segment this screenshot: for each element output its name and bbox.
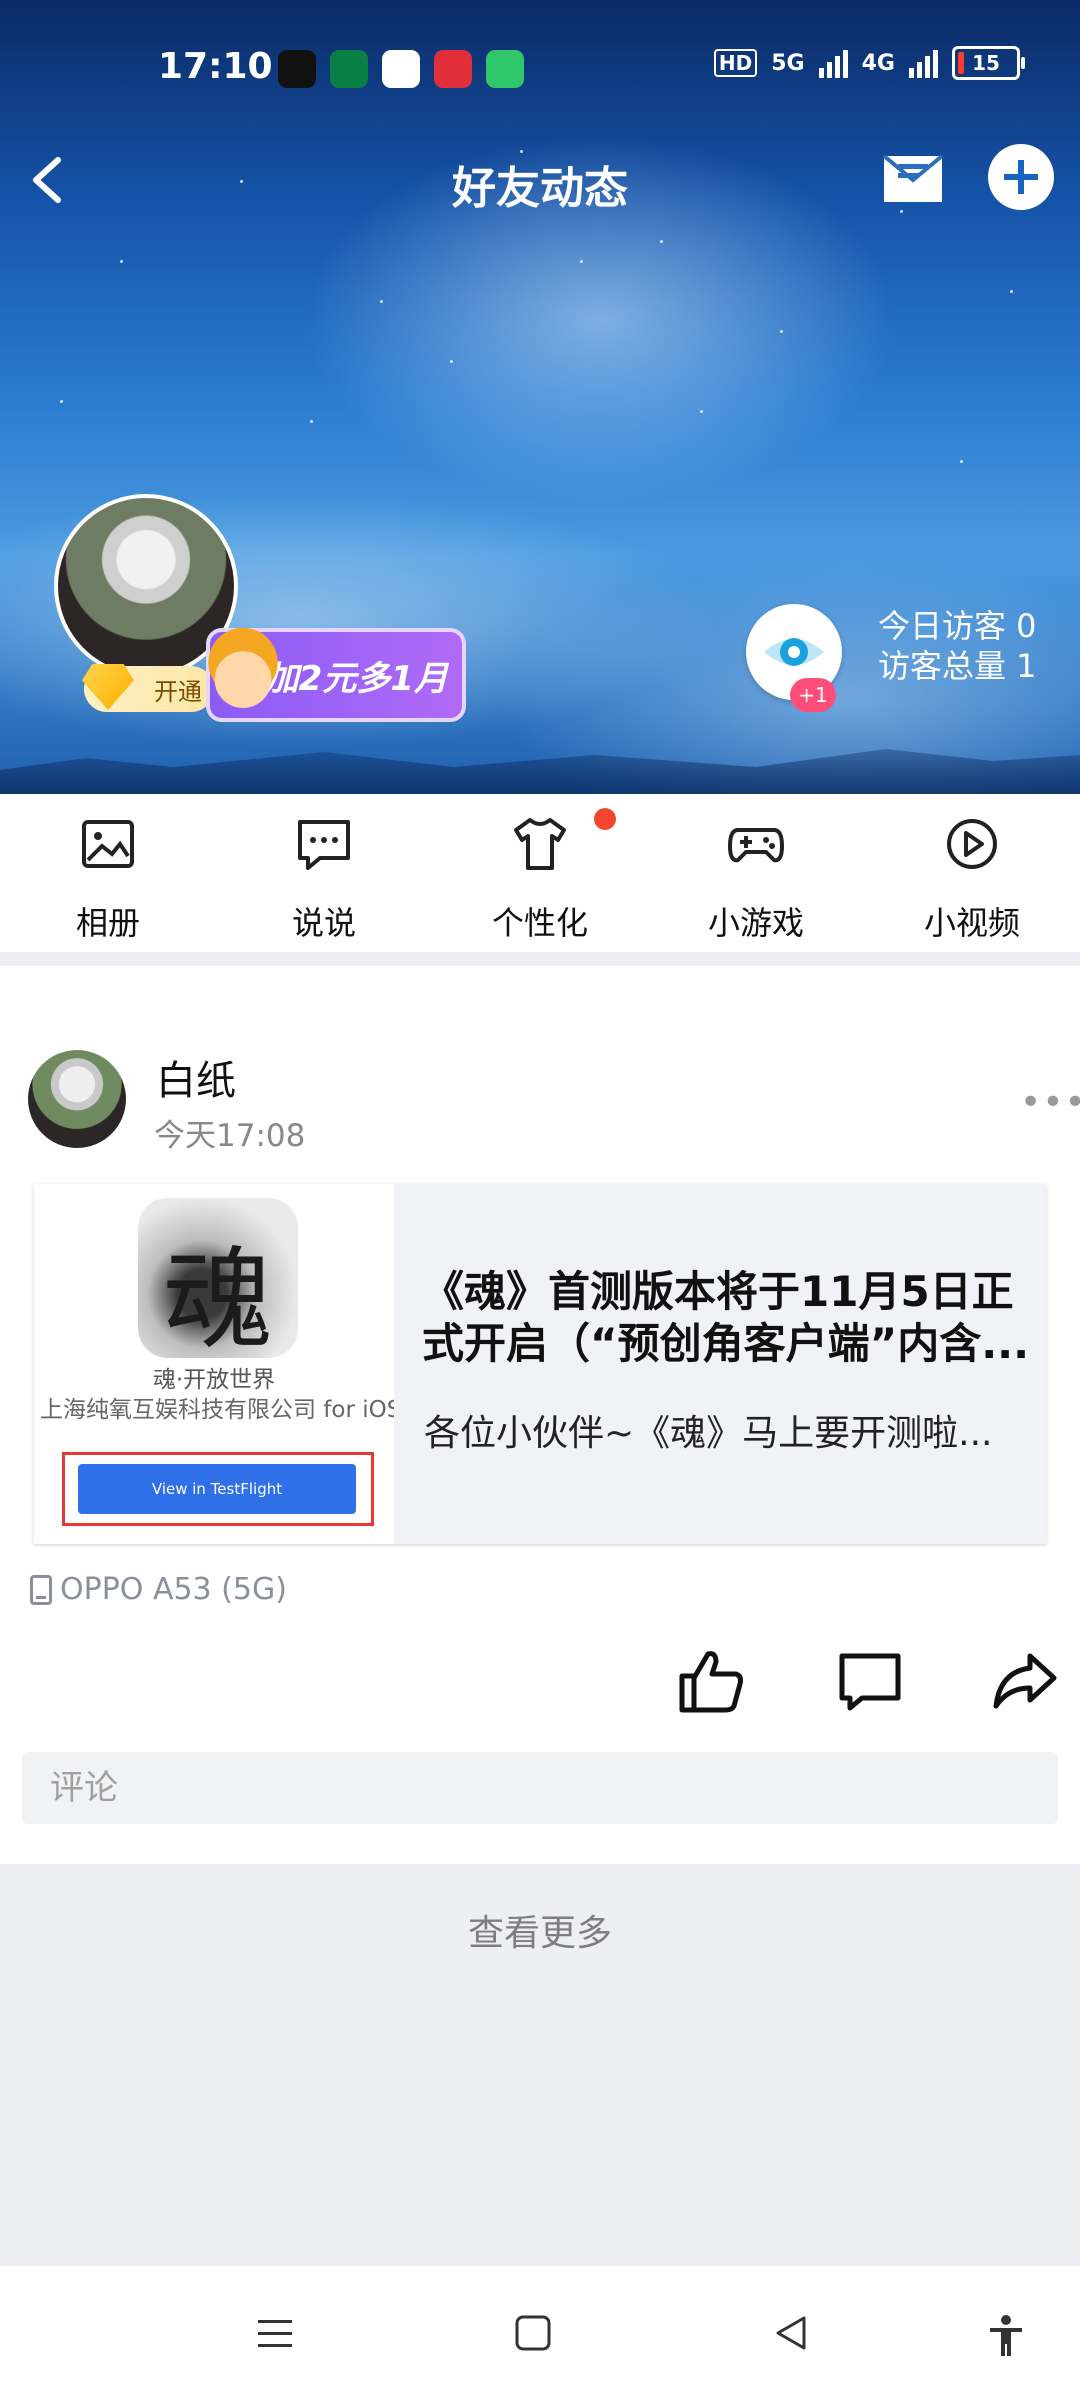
shortcut-label: 小游戏 xyxy=(707,904,804,942)
location-app-icon xyxy=(382,50,420,88)
poster-avatar[interactable] xyxy=(28,1050,126,1148)
share-description: 各位小伙伴~《魂》马上要开测啦... xyxy=(424,1413,993,1454)
comment-input[interactable]: 评论 xyxy=(22,1752,1058,1824)
photo-album-icon xyxy=(82,820,134,868)
mountain-silhouette xyxy=(0,749,1080,794)
shortcut-moments[interactable]: 说说 xyxy=(216,794,432,952)
chat-bubble-icon xyxy=(298,820,350,870)
shortcut-label: 小视频 xyxy=(923,904,1020,942)
status-time: 17:10 xyxy=(158,46,273,87)
post-time: 今天17:08 xyxy=(154,1118,306,1154)
plus-icon xyxy=(1004,160,1038,194)
gamepad-icon xyxy=(728,828,784,863)
signal-icon xyxy=(818,48,848,78)
menu-icon xyxy=(258,2320,292,2347)
shortcut-album[interactable]: 相册 xyxy=(0,794,216,952)
share-thumbnail: 魂 魂·开放世界 上海纯氧互娱科技有限公司 for iOS View in Te… xyxy=(34,1184,394,1544)
game-app-icon: 魂 xyxy=(138,1198,298,1364)
battery-level: 15 xyxy=(972,51,1000,75)
promo-text: 加2元多1月 xyxy=(264,658,448,699)
thumbs-up-icon xyxy=(679,1651,743,1713)
play-circle-icon xyxy=(947,819,997,869)
status-bar: 17:10 HD 5G 4G 15 xyxy=(0,40,1080,100)
see-more-link[interactable]: 查看更多 xyxy=(0,1904,1080,1956)
visitors-total: 访客总量 1 xyxy=(878,647,1037,685)
visitor-badge: +1 xyxy=(790,678,836,712)
vip-open-label: 开通 xyxy=(154,677,202,706)
shared-link-card[interactable]: 魂 魂·开放世界 上海纯氧互娱科技有限公司 for iOS View in Te… xyxy=(34,1184,1046,1544)
testflight-button: View in TestFlight xyxy=(78,1464,356,1514)
game-name: 魂·开放世界 xyxy=(152,1367,276,1393)
device-info: OPPO A53 (5G) xyxy=(30,1572,287,1607)
title-bar: 好友动态 xyxy=(0,140,1080,220)
visitors-today: 今日访客 0 xyxy=(878,607,1037,645)
gift-app-icon xyxy=(434,50,472,88)
network-4g-label: 4G xyxy=(861,50,895,76)
poster-name[interactable]: 白纸 xyxy=(156,1048,236,1106)
phone-icon xyxy=(30,1574,52,1605)
share-title: 《魂》首测版本将于11月5日正式开启（“预创角客户端”内含... xyxy=(422,1267,1030,1368)
tshirt-icon xyxy=(514,818,566,870)
messages-button[interactable] xyxy=(880,148,946,208)
battery-saver-icon xyxy=(486,50,524,88)
shortcut-video[interactable]: 小视频 xyxy=(864,794,1080,952)
like-button[interactable] xyxy=(676,1646,746,1720)
share-arrow-icon xyxy=(993,1653,1057,1709)
back-nav-button[interactable] xyxy=(772,2314,810,2356)
shortcut-bar: 相册 说说 个性化 小游戏 小视频 xyxy=(0,794,1080,952)
notification-dot xyxy=(594,808,616,830)
signal-icon-2 xyxy=(909,48,938,78)
hd-icon: HD xyxy=(713,49,758,77)
shortcut-label: 相册 xyxy=(75,904,140,942)
feed-post: 白纸 今天17:08 ••• 魂 魂·开放世界 上海纯氧互娱科技有限公司 for… xyxy=(0,966,1080,1864)
accessibility-icon xyxy=(990,2315,1022,2356)
network-5g-label: 5G xyxy=(771,50,805,76)
more-options-button[interactable]: ••• xyxy=(1020,1082,1080,1123)
mascot-icon xyxy=(208,628,278,714)
comment-icon xyxy=(839,1653,901,1711)
menu-nav-button[interactable] xyxy=(256,2314,294,2356)
accessibility-button[interactable] xyxy=(986,2314,1026,2362)
mail-icon xyxy=(882,154,944,202)
share-button[interactable] xyxy=(990,1646,1060,1720)
system-nav-bar xyxy=(0,2266,1080,2400)
add-button[interactable] xyxy=(988,144,1054,210)
status-indicators: HD 5G 4G 15 xyxy=(713,46,1025,80)
game-icon-glyph: 魂 xyxy=(163,1236,273,1364)
device-name: OPPO A53 (5G) xyxy=(60,1572,287,1607)
tiktok-icon xyxy=(278,50,316,88)
developer-name: 上海纯氧互娱科技有限公司 for iOS xyxy=(40,1397,394,1423)
triangle-back-icon xyxy=(776,2316,806,2350)
visitor-stats[interactable]: 今日访客 0 访客总量 1 xyxy=(878,606,1037,686)
oppo-app-icon xyxy=(330,50,368,88)
shortcut-label: 说说 xyxy=(291,904,356,942)
shortcut-games[interactable]: 小游戏 xyxy=(648,794,864,952)
comment-button[interactable] xyxy=(836,1646,906,1720)
home-nav-button[interactable] xyxy=(514,2314,552,2356)
shortcut-label: 个性化 xyxy=(491,904,588,942)
battery-icon: 15 xyxy=(952,46,1025,80)
square-icon xyxy=(515,2315,551,2351)
